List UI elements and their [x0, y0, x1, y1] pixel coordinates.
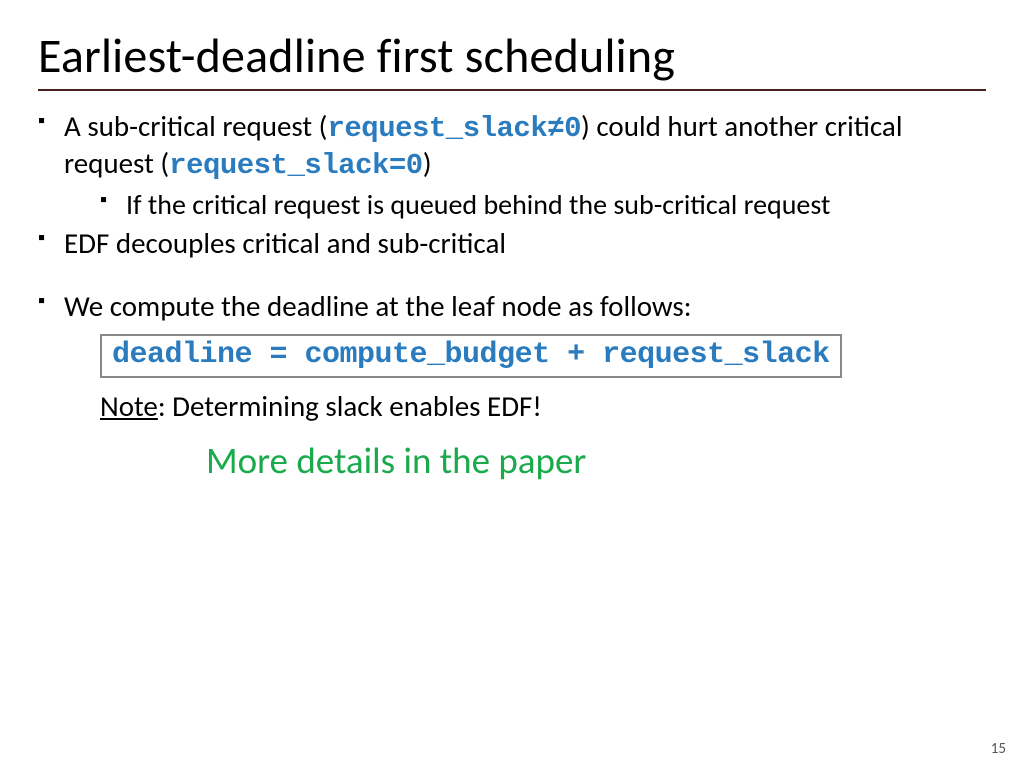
b1-text-pre: A sub-critical request ( — [64, 108, 327, 144]
note-label: Note — [100, 388, 158, 424]
formula-container: deadline = compute_budget + request_slac… — [100, 334, 986, 378]
b1-code-1: request_slack — [327, 112, 547, 145]
slide-title: Earliest-deadline first scheduling — [38, 30, 986, 83]
b1-neq: ≠0 — [547, 112, 581, 145]
bullet-list: A sub-critical request (request_slack≠0)… — [38, 109, 986, 325]
bullet-2: EDF decouples critical and sub-critical — [38, 226, 986, 261]
b1-eq: =0 — [389, 149, 423, 182]
note-rest: : Determining slack enables EDF! — [158, 388, 542, 424]
note-line: Note: Determining slack enables EDF! — [100, 388, 986, 424]
slide: Earliest-deadline first scheduling A sub… — [0, 0, 1024, 768]
b1-code-2: request_slack — [169, 149, 389, 182]
bullet-3: We compute the deadline at the leaf node… — [38, 289, 986, 324]
bullet-1-sublist: If the critical request is queued behind… — [64, 188, 986, 222]
formula-box: deadline = compute_budget + request_slac… — [100, 334, 842, 378]
bullet-1-sub-1: If the critical request is queued behind… — [100, 188, 986, 222]
bullet-1: A sub-critical request (request_slack≠0)… — [38, 109, 986, 222]
more-details: More details in the paper — [206, 438, 986, 483]
b1-text-post: ) — [423, 145, 432, 181]
title-rule — [38, 89, 986, 91]
page-number: 15 — [991, 740, 1006, 758]
